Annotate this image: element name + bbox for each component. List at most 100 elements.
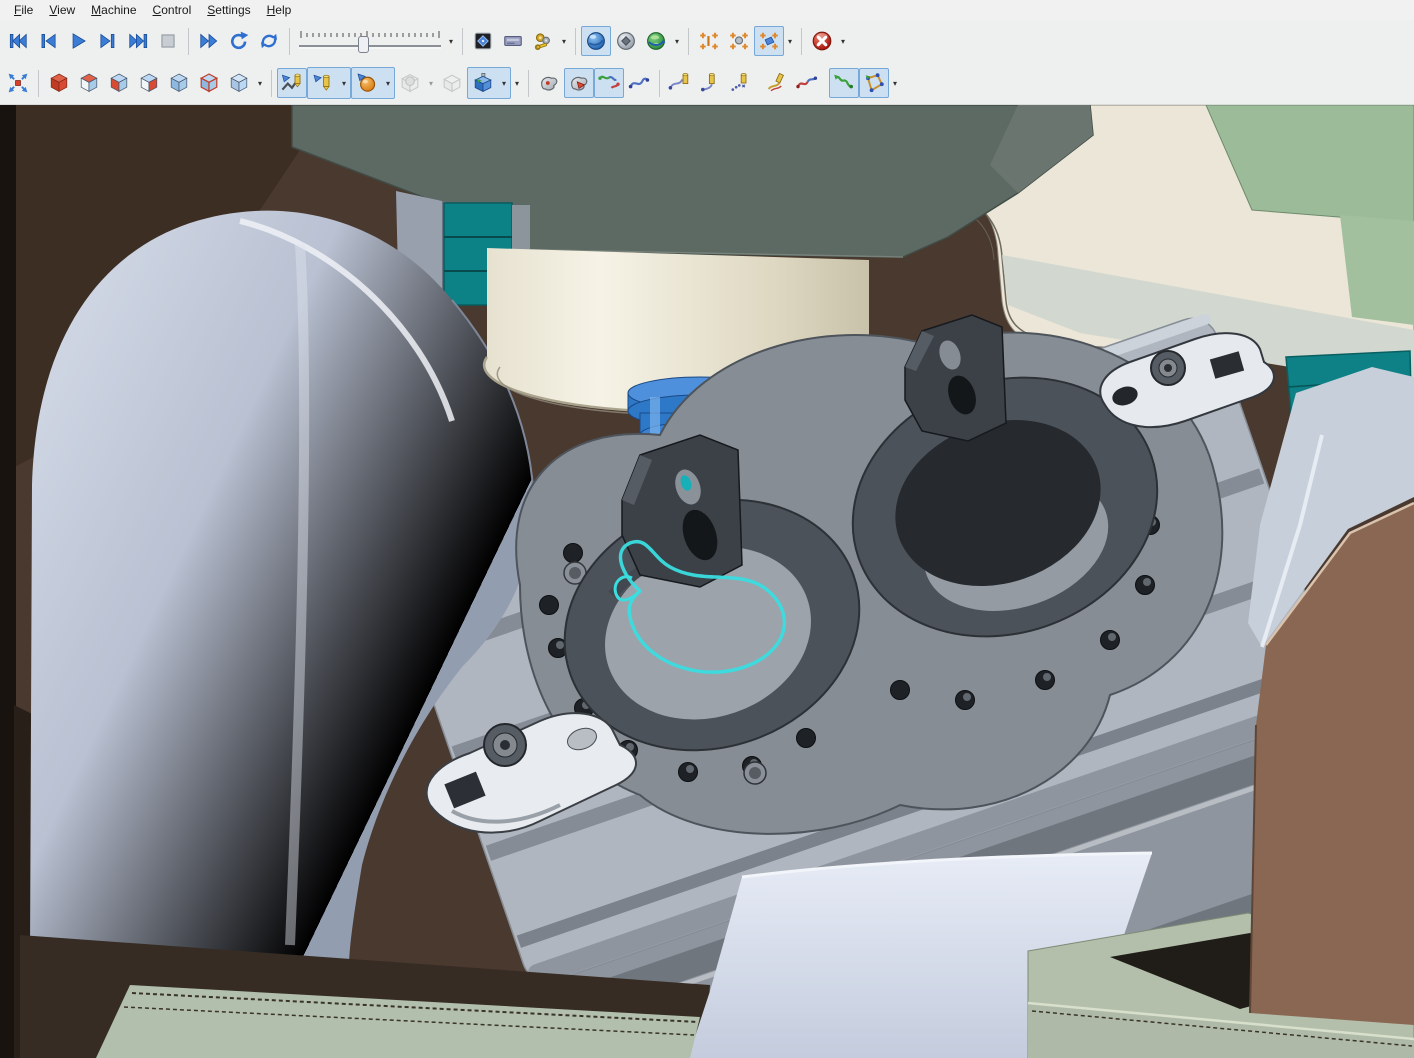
material-removal-button[interactable]	[534, 68, 564, 98]
path-spline-button[interactable]	[624, 68, 654, 98]
tool-display-dropdown[interactable]: ▾	[338, 68, 350, 98]
viewport-3d[interactable]	[0, 105, 1414, 1058]
control-panel-button[interactable]	[498, 26, 528, 56]
stock-box-active-button[interactable]	[468, 68, 498, 98]
toolpath-points-icon	[728, 71, 752, 95]
restart-simulation-button[interactable]	[224, 26, 254, 56]
cubes-dropdown[interactable]: ▾	[254, 68, 266, 98]
fast-forward-icon	[198, 30, 220, 52]
box-icon	[440, 71, 464, 95]
world-view-button[interactable]	[641, 26, 671, 56]
toolpath-red-blue-button[interactable]	[792, 68, 822, 98]
menu-help[interactable]: Help	[259, 1, 300, 19]
stock-cube-5-button[interactable]	[164, 68, 194, 98]
single-step-forward-button[interactable]	[93, 26, 123, 56]
clamp-lug-right	[905, 315, 1006, 441]
control-panel-icon	[502, 30, 524, 52]
menu-file[interactable]: File	[6, 1, 41, 19]
cube-blue-red-edge-icon	[197, 71, 221, 95]
view-dropdown[interactable]: ▾	[671, 26, 683, 56]
tool-display-group: ▾	[307, 67, 351, 99]
separator	[188, 28, 189, 55]
stock-cube-1-button[interactable]	[44, 68, 74, 98]
separator	[38, 70, 39, 97]
stock-box-active-dropdown[interactable]: ▾	[498, 68, 510, 98]
stock-box-sphere-button[interactable]	[395, 68, 425, 98]
toolpath-polygon-button[interactable]	[859, 68, 889, 98]
skip-to-start-button[interactable]	[3, 26, 33, 56]
compare-sphere-button[interactable]	[724, 26, 754, 56]
material-blob-icon	[537, 71, 561, 95]
toolpath-with-tool-icon	[668, 71, 692, 95]
toolpath-from-tool-button[interactable]	[695, 68, 725, 98]
compare-points-button[interactable]	[694, 26, 724, 56]
compare-dropdown[interactable]: ▾	[784, 26, 796, 56]
workpiece-view-button[interactable]	[611, 26, 641, 56]
stop-on-error-button[interactable]	[807, 26, 837, 56]
speed-slider-handle[interactable]	[358, 36, 369, 53]
machine-view-icon	[585, 30, 607, 52]
speed-slider[interactable]	[295, 26, 445, 56]
toolpath-with-tool-button[interactable]	[665, 68, 695, 98]
toolbar-view: ▾ ▾ ▾ ▾ ▾ ▾ ▾	[0, 62, 1414, 105]
stock-cube-7-button[interactable]	[224, 68, 254, 98]
toolpath-polygon-icon	[862, 71, 886, 95]
stock-cube-3-button[interactable]	[104, 68, 134, 98]
step-back-icon	[37, 30, 59, 52]
speed-dropdown[interactable]: ▾	[445, 26, 457, 56]
display-more-dropdown[interactable]: ▾	[511, 68, 523, 98]
stock-cube-6-button[interactable]	[194, 68, 224, 98]
separator	[528, 70, 529, 97]
cube-red-right-icon	[137, 71, 161, 95]
menu-settings[interactable]: Settings	[199, 1, 258, 19]
stock-display-dropdown[interactable]: ▾	[382, 68, 394, 98]
settings-dropdown[interactable]: ▾	[558, 26, 570, 56]
machine-view-button[interactable]	[581, 26, 611, 56]
stock-display-group: ▾	[351, 67, 395, 99]
skip-to-end-button[interactable]	[123, 26, 153, 56]
stop-button[interactable]	[153, 26, 183, 56]
stock-box-sphere-dropdown[interactable]: ▾	[425, 68, 437, 98]
machine-settings-button[interactable]	[528, 26, 558, 56]
stock-cube-2-button[interactable]	[74, 68, 104, 98]
toolpath-tilted-tool-button[interactable]	[762, 68, 792, 98]
stock-display-button[interactable]	[352, 68, 382, 98]
separator	[271, 70, 272, 97]
compare-points-icon	[698, 30, 720, 52]
cube-red-left-icon	[107, 71, 131, 95]
path-segments-button[interactable]	[594, 68, 624, 98]
cube-red-top-icon	[77, 71, 101, 95]
menu-control[interactable]: Control	[145, 1, 200, 19]
play-button[interactable]	[63, 26, 93, 56]
speed-slider-ticks	[295, 26, 445, 56]
fast-forward-button[interactable]	[194, 26, 224, 56]
tool-display-button[interactable]	[308, 68, 338, 98]
toolpath-tool-mode-button[interactable]	[277, 68, 307, 98]
menu-view[interactable]: View	[41, 1, 83, 19]
separator	[462, 28, 463, 55]
fit-view-button[interactable]	[3, 68, 33, 98]
compare-mesh-icon	[758, 30, 780, 52]
toolpaths-dropdown[interactable]: ▾	[889, 68, 901, 98]
sage-panel-side	[1340, 215, 1414, 325]
single-step-back-button[interactable]	[33, 26, 63, 56]
toolpath-from-tool-icon	[698, 71, 722, 95]
separator	[801, 28, 802, 55]
stock-cube-4-button[interactable]	[134, 68, 164, 98]
reset-icon	[258, 30, 280, 52]
compare-mesh-button[interactable]	[754, 26, 784, 56]
separator	[688, 28, 689, 55]
toolpath-tilted-tool-icon	[765, 71, 789, 95]
toolpath-points-button[interactable]	[725, 68, 755, 98]
reset-simulation-button[interactable]	[254, 26, 284, 56]
menu-machine[interactable]: Machine	[83, 1, 144, 19]
nc-program-button[interactable]	[468, 26, 498, 56]
material-removal-arrow-button[interactable]	[564, 68, 594, 98]
toolpath-green-button[interactable]	[829, 68, 859, 98]
clamp-lug-left	[622, 435, 742, 587]
cube-light-icon	[227, 71, 251, 95]
separator	[575, 28, 576, 55]
stop-on-error-dropdown[interactable]: ▾	[837, 26, 849, 56]
stock-box-plain-button[interactable]	[437, 68, 467, 98]
box-blue-tool-icon	[471, 71, 495, 95]
